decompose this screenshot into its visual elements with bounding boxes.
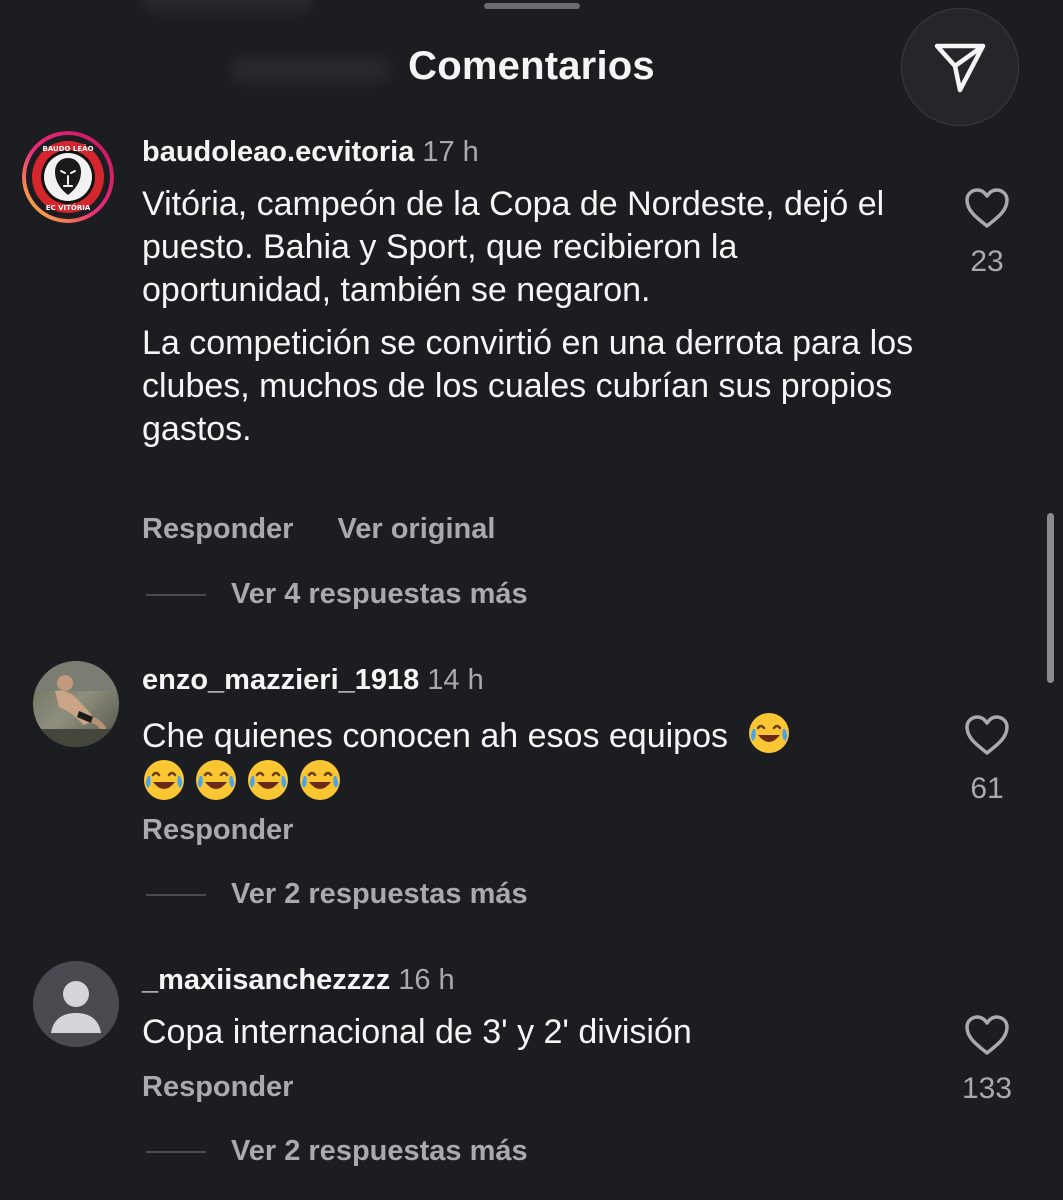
view-replies-button[interactable]: Ver 2 respuestas más <box>146 1135 528 1168</box>
avatar[interactable] <box>33 961 119 1047</box>
svg-text:EC VITÓRIA: EC VITÓRIA <box>46 203 91 212</box>
reply-button[interactable]: Responder <box>142 814 293 846</box>
tears-of-joy-emoji <box>196 760 236 800</box>
sheet-drag-handle[interactable] <box>484 3 580 9</box>
default-avatar-icon <box>33 961 119 1047</box>
like-count: 23 <box>970 245 1004 278</box>
tears-of-joy-emoji <box>144 760 184 800</box>
comment-actions: Responder <box>142 1071 293 1104</box>
view-replies-button[interactable]: Ver 2 respuestas más <box>146 878 528 911</box>
comment-actions: Responder Ver original <box>142 513 495 546</box>
timestamp: 17 h <box>422 136 479 168</box>
reply-button[interactable]: Responder <box>142 513 293 545</box>
like-control: 23 <box>947 186 1027 279</box>
timestamp: 14 h <box>427 664 484 696</box>
svg-text:BAUDO LEÃO: BAUDO LEÃO <box>42 144 93 153</box>
like-control: 133 <box>947 1013 1027 1106</box>
see-original-button[interactable]: Ver original <box>337 513 495 545</box>
background-content-blur <box>142 0 312 12</box>
share-button[interactable] <box>901 8 1019 126</box>
heart-icon[interactable] <box>963 1013 1011 1057</box>
avatar[interactable] <box>33 661 119 747</box>
username[interactable]: enzo_mazzieri_1918 <box>142 664 419 696</box>
username[interactable]: _maxiisanchezzzz <box>142 964 390 996</box>
username[interactable]: baudoleao.ecvitoria <box>142 136 414 168</box>
comment-paragraph: Vitória, campeón de la Copa de Nordeste,… <box>142 185 885 309</box>
divider <box>146 593 206 596</box>
view-replies-button[interactable]: Ver 4 respuestas más <box>146 578 528 611</box>
timestamp: 16 h <box>398 964 455 996</box>
like-count: 133 <box>961 1072 1013 1105</box>
comment-text: Copa internacional de 3' y 2' división <box>142 1011 922 1054</box>
tears-of-joy-emoji <box>749 713 790 753</box>
comment-header: baudoleao.ecvitoria 17 h <box>142 136 479 169</box>
divider <box>146 893 206 896</box>
avatar[interactable]: BAUDO LEÃO EC VITÓRIA <box>22 131 114 223</box>
view-replies-label: Ver 2 respuestas más <box>231 1135 528 1167</box>
heart-icon[interactable] <box>963 713 1011 757</box>
comment-text: Vitória, campeón de la Copa de Nordeste,… <box>142 183 922 451</box>
comment-body: Copa internacional de 3' y 2' división <box>142 1013 692 1051</box>
heart-icon[interactable] <box>963 186 1011 230</box>
reply-button[interactable]: Responder <box>142 1071 293 1103</box>
view-replies-label: Ver 4 respuestas más <box>231 578 528 610</box>
comments-sheet: Comentarios BAUDO LEÃO EC VITÓRIA baudol… <box>0 0 1063 1200</box>
comment-paragraph: La competición se convirtió en una derro… <box>142 324 914 448</box>
like-control: 61 <box>947 713 1027 806</box>
comment-actions: Responder <box>142 814 293 847</box>
comment-header: _maxiisanchezzzz 16 h <box>142 964 455 997</box>
tears-of-joy-emoji <box>248 760 288 800</box>
divider <box>146 1150 206 1153</box>
like-count: 61 <box>970 772 1004 805</box>
tears-of-joy-emoji <box>300 760 340 800</box>
scrollbar[interactable] <box>1047 513 1054 683</box>
comment-header: enzo_mazzieri_1918 14 h <box>142 664 484 697</box>
paper-plane-icon <box>934 43 986 93</box>
comment-body: Che quienes conocen ah esos equipos <box>142 717 728 755</box>
comment-text: Che quienes conocen ah esos equipos 😂😂😂😂… <box>142 711 922 805</box>
view-replies-label: Ver 2 respuestas más <box>231 878 528 910</box>
